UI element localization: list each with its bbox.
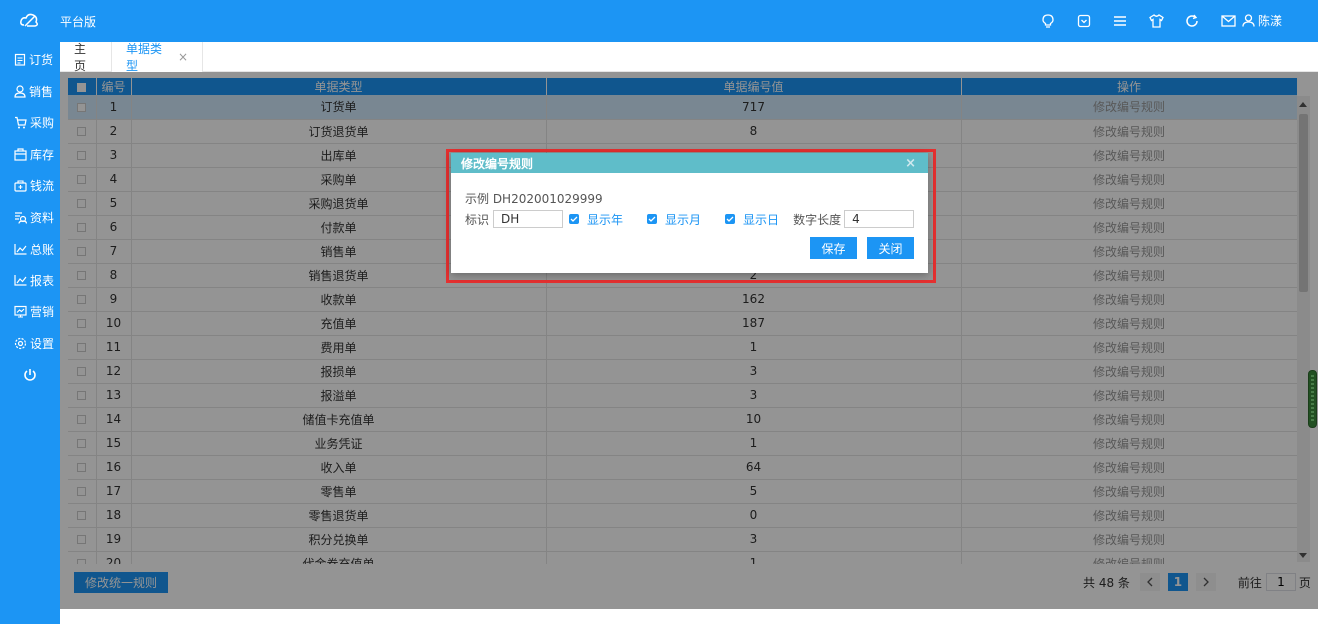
sidebar-item-label: 报表 [30, 273, 55, 288]
show-year-checkbox[interactable]: 显示年 [569, 211, 623, 228]
show-day-label: 显示日 [743, 212, 780, 227]
dialog-close-icon[interactable]: × [905, 156, 916, 171]
money-icon [14, 179, 27, 192]
example-text: 示例 DH202001029999 [465, 192, 603, 206]
sidebar-item-inventory[interactable]: 库存 [0, 141, 60, 167]
checkbox-checked-icon [569, 214, 580, 224]
show-year-label: 显示年 [587, 212, 624, 227]
bulb-icon[interactable] [1038, 11, 1058, 31]
tab-document-types-label: 单据类型 [126, 42, 163, 73]
app-title: 平台版 [60, 15, 97, 29]
dialog-header: 修改编号规则 × [451, 153, 928, 173]
sidebar-item-label: 销售 [29, 84, 54, 99]
data-icon [15, 211, 27, 224]
power-icon [24, 369, 36, 381]
refresh-icon[interactable] [1182, 11, 1202, 31]
report-chart-icon [14, 275, 27, 286]
marketing-icon [14, 305, 27, 318]
order-icon [14, 53, 26, 66]
sales-icon [14, 84, 26, 98]
menu-icon[interactable] [1110, 11, 1130, 31]
sidebar: 订货 销售 采购 库存 钱流 资料 总账 报表 营销 设置 [0, 42, 60, 624]
sidebar-item-settings[interactable]: 设置 [0, 330, 60, 356]
sidebar-item-label: 设置 [30, 336, 55, 351]
sidebar-item-sales[interactable]: 销售 [0, 78, 60, 104]
dialog-title: 修改编号规则 [461, 156, 534, 171]
sidebar-item-cashflow[interactable]: 钱流 [0, 172, 60, 198]
sidebar-item-label: 订货 [29, 52, 54, 67]
show-month-checkbox[interactable]: 显示月 [647, 211, 701, 228]
save-button[interactable]: 保存 [810, 237, 857, 259]
user-icon [1242, 14, 1255, 27]
settings-gear-icon [14, 337, 27, 349]
prefix-label: 标识 [465, 212, 490, 227]
show-month-label: 显示月 [665, 212, 702, 227]
close-button[interactable]: 关闭 [867, 237, 914, 259]
sidebar-item-marketing[interactable]: 营销 [0, 298, 60, 324]
checkbox-checked-icon [647, 214, 658, 224]
sidebar-item-order[interactable]: 订货 [0, 46, 60, 72]
sidebar-item-data[interactable]: 资料 [0, 204, 60, 230]
inventory-icon [14, 147, 27, 161]
show-day-checkbox[interactable]: 显示日 [725, 211, 779, 228]
sidebar-item-report[interactable]: 报表 [0, 267, 60, 293]
top-bar: 平台版 陈漾 [0, 0, 1318, 42]
tab-close-icon[interactable]: × [178, 50, 188, 64]
sidebar-item-ledger[interactable]: 总账 [0, 236, 60, 262]
box-check-icon[interactable] [1074, 11, 1094, 31]
user-name: 陈漾 [1258, 14, 1283, 28]
sidebar-item-label: 采购 [30, 115, 55, 130]
sidebar-item-purchase[interactable]: 采购 [0, 109, 60, 135]
sidebar-item-label: 库存 [30, 147, 55, 162]
tab-bar: 主页 单据类型 × [60, 42, 1318, 73]
digit-length-input[interactable] [844, 210, 915, 228]
user-menu[interactable]: 陈漾 [1242, 12, 1282, 29]
sidebar-item-label: 钱流 [30, 178, 55, 193]
checkbox-checked-icon [725, 214, 736, 224]
tab-home[interactable]: 主页 [60, 42, 112, 73]
cart-icon [15, 116, 27, 128]
shirt-icon[interactable] [1146, 11, 1166, 31]
tab-home-label: 主页 [74, 42, 87, 73]
digit-length-label: 数字长度 [793, 212, 842, 227]
sidebar-item-label: 总账 [30, 242, 55, 257]
sidebar-power-button[interactable] [0, 362, 60, 388]
cloud-logo-icon [20, 13, 39, 27]
sidebar-item-label: 营销 [30, 304, 55, 319]
sidebar-item-label: 资料 [30, 210, 55, 225]
mail-icon[interactable] [1218, 11, 1238, 31]
top-toolbar [1038, 11, 1254, 31]
edit-number-rule-dialog: 修改编号规则 × 示例 DH202001029999 标识 显示年 显示月 显示… [451, 153, 928, 273]
ledger-chart-icon [14, 244, 27, 255]
prefix-input[interactable] [493, 210, 564, 228]
rule-options-row: 标识 显示年 显示月 显示日 数字长度 [465, 209, 915, 229]
tab-document-types[interactable]: 单据类型 × [112, 42, 203, 73]
